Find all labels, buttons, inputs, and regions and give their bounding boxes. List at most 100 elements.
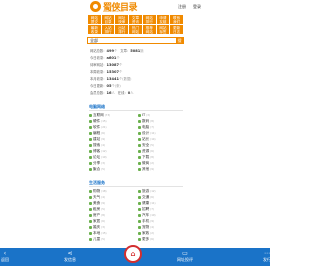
category-link[interactable]: 更多(6) bbox=[138, 236, 183, 242]
nav-item[interactable]: 文章 资讯 bbox=[129, 15, 142, 24]
stat-label: 本月收录： bbox=[90, 77, 107, 81]
category-count: (9) bbox=[101, 138, 105, 141]
search-scope-select[interactable]: 全部 bbox=[90, 38, 98, 43]
category-name: 婚庆 bbox=[93, 225, 101, 229]
stat-row: 本周收录：15307个 bbox=[90, 69, 180, 76]
category-count: (8) bbox=[150, 156, 154, 159]
category-name: 博客 bbox=[93, 149, 101, 153]
bullet-icon bbox=[89, 131, 92, 135]
category-name: 家政 bbox=[142, 231, 150, 235]
category-name: 房产 bbox=[93, 213, 101, 217]
stat-unit: 个 bbox=[119, 63, 123, 67]
register-link[interactable]: 注册 bbox=[178, 4, 186, 10]
category-name: 分享 bbox=[93, 161, 101, 165]
category-name: 健康 bbox=[142, 201, 150, 205]
category-name: 手机 bbox=[142, 219, 150, 223]
publish-button[interactable]: ⋖ 发信息 bbox=[55, 250, 85, 263]
nav-item[interactable]: 更新 日志 bbox=[170, 25, 183, 34]
logo-icon[interactable] bbox=[90, 1, 101, 12]
bullet-icon bbox=[138, 119, 141, 123]
category-count: (6) bbox=[150, 238, 154, 241]
nav-item[interactable]: 网站 排行 bbox=[142, 15, 156, 24]
bullet-icon bbox=[89, 149, 92, 153]
bullet-icon bbox=[138, 189, 141, 193]
nav-item[interactable]: 申请 友链 bbox=[156, 15, 170, 24]
more-label: 发行 bbox=[263, 257, 271, 262]
bullet-icon bbox=[89, 143, 92, 147]
nav-item[interactable]: 网址 快审 bbox=[115, 15, 129, 24]
category-name: 其他 bbox=[142, 167, 150, 171]
nav-item[interactable]: 网站 提交 bbox=[88, 15, 101, 24]
stat-value: 13087 bbox=[106, 63, 119, 67]
category-count: (5) bbox=[101, 208, 105, 211]
main-nav: 网站 提交 网站 目录 网址 快审 文章 资讯 网站 排行 申请 友链 联系 我们最新 收录 入站 排行 出站 排行… bbox=[88, 15, 183, 34]
back-button[interactable]: ‹ 返回 bbox=[0, 250, 20, 263]
stat-row: 今日收录：a601个 bbox=[90, 55, 180, 62]
more-button[interactable]: ⋯ 发行 bbox=[252, 250, 282, 263]
stat-label: 待审网站： bbox=[90, 63, 107, 67]
site-stats: 网站总数：499个 文章：5081篇 今日收录：a601个 待审网站：13087个 本周… bbox=[90, 48, 180, 97]
bullet-icon bbox=[89, 213, 92, 217]
nav-item[interactable]: 网站 标签 bbox=[156, 25, 170, 34]
stat-extra-unit: 人 bbox=[130, 91, 134, 95]
bullet-icon bbox=[138, 113, 141, 117]
category-count: (9) bbox=[150, 220, 154, 223]
category-count: (10) bbox=[150, 214, 156, 217]
category-name: 电脑 bbox=[142, 125, 150, 129]
bullet-icon bbox=[138, 155, 141, 159]
nav-item[interactable]: 入站 排行 bbox=[101, 25, 115, 34]
stat-label: 网站总数： bbox=[90, 49, 107, 53]
nav-item[interactable]: 网站 目录 bbox=[101, 15, 115, 24]
category-name: 家居 bbox=[93, 219, 101, 223]
category-count: (4) bbox=[150, 226, 154, 229]
nav-item[interactable]: 热门 网站 bbox=[129, 25, 142, 34]
submit-site-button[interactable]: ▭ 网址投评 bbox=[170, 250, 200, 263]
category-count: (21) bbox=[101, 126, 107, 129]
category-grid: 互联网(73) IT(3) 硬件(15) 数码(8) 软件(21) 电脑(7) 编程(6) 设… bbox=[89, 112, 183, 172]
search-button[interactable]: 搜 bbox=[176, 38, 183, 43]
bullet-icon bbox=[89, 189, 92, 193]
section-life-service: 生活服务 购物(18) 旅游(12) 天气(4) 交通(6) 美食(9) 健康(11) 租房(… bbox=[89, 180, 183, 242]
stat-row: 待审网站：13087个 bbox=[90, 62, 180, 69]
category-link[interactable]: 其他(9) bbox=[138, 166, 183, 172]
category-name: 互联网 bbox=[93, 113, 104, 117]
nav-item[interactable]: 推荐 网站 bbox=[142, 25, 156, 34]
category-name: 聚合 bbox=[93, 167, 101, 171]
bullet-icon bbox=[89, 237, 92, 241]
category-name: 搜索 bbox=[93, 143, 101, 147]
category-count: (9) bbox=[150, 168, 154, 171]
category-count: (15) bbox=[101, 120, 107, 123]
home-button[interactable]: ⌂ bbox=[124, 245, 142, 263]
stat-extra-label: 文章： bbox=[120, 49, 131, 53]
category-name: 天气 bbox=[93, 195, 101, 199]
category-count: (12) bbox=[150, 190, 156, 193]
nav-item[interactable]: 出站 排行 bbox=[115, 25, 129, 34]
category-name: 旅游 bbox=[142, 189, 150, 193]
login-link[interactable]: 登录 bbox=[193, 4, 201, 10]
category-link[interactable]: 儿童(5) bbox=[89, 236, 134, 242]
stat-extra-label: 在线： bbox=[117, 91, 128, 95]
nav-item[interactable]: 最新 收录 bbox=[88, 25, 101, 34]
category-count: (11) bbox=[150, 202, 156, 205]
bullet-icon bbox=[89, 225, 92, 229]
category-count: (15) bbox=[101, 232, 107, 235]
bullet-icon bbox=[138, 137, 141, 141]
nav-item[interactable]: 联系 我们 bbox=[170, 15, 183, 24]
category-count: (5) bbox=[150, 144, 154, 147]
nav-item-sublabel: 我们 bbox=[173, 19, 181, 24]
category-count: (8) bbox=[101, 214, 105, 217]
category-link[interactable]: 聚合(5) bbox=[89, 166, 134, 172]
section-divider bbox=[89, 186, 183, 187]
home-icon: ⌂ bbox=[130, 250, 136, 258]
category-count: (2) bbox=[150, 162, 154, 165]
bullet-icon bbox=[138, 213, 141, 217]
search-bar[interactable]: 全部 搜 bbox=[87, 37, 184, 44]
bullet-icon bbox=[138, 143, 141, 147]
stat-value: 13441 bbox=[106, 77, 119, 81]
nav-item-sublabel: 标签 bbox=[159, 29, 167, 34]
bullet-icon bbox=[138, 125, 141, 129]
category-name: 站长 bbox=[142, 137, 150, 141]
category-count: (5) bbox=[101, 238, 105, 241]
stat-unit: 个(数据) bbox=[119, 77, 132, 81]
category-count: (18) bbox=[101, 190, 107, 193]
